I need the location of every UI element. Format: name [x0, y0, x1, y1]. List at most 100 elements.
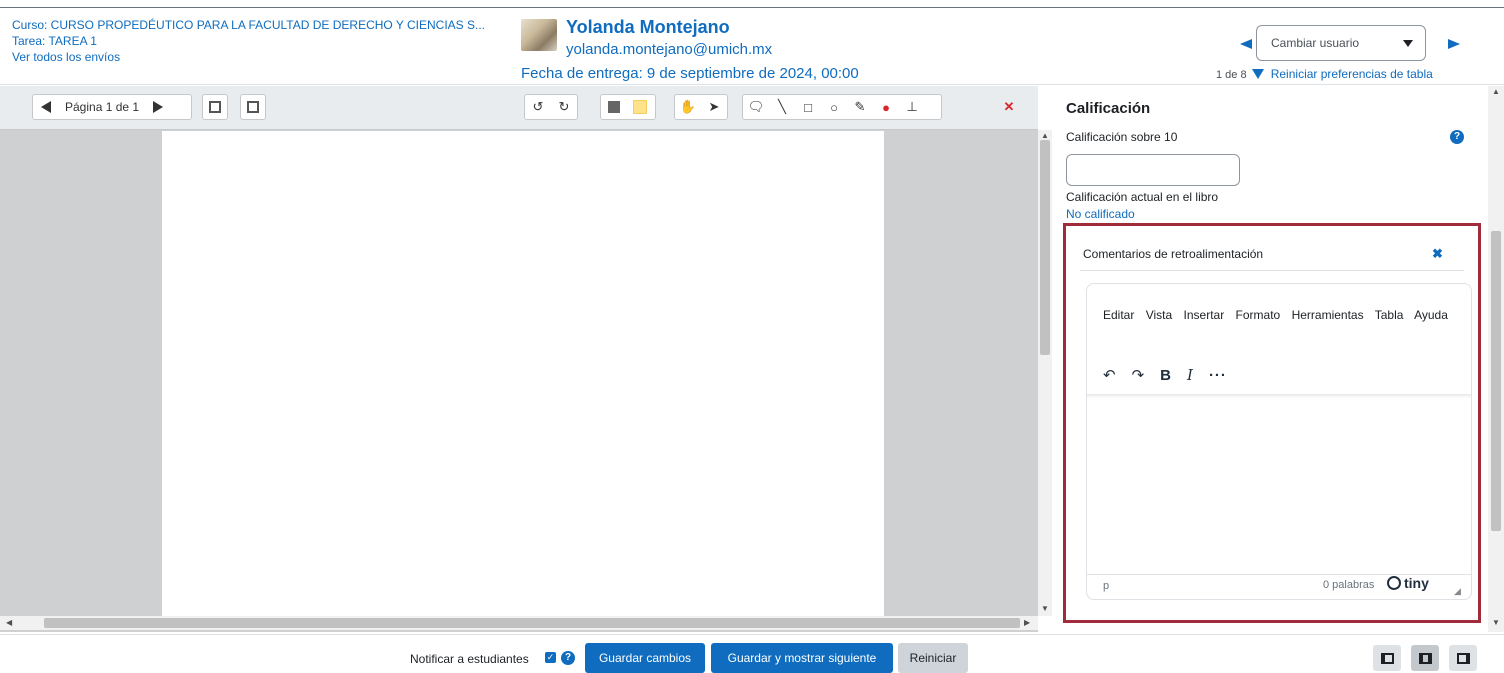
grade-out-of-label: Calificación sobre 10: [1066, 130, 1178, 144]
caret-down-icon: [1403, 40, 1413, 47]
pdf-vertical-scrollbar[interactable]: ▲ ▼: [1038, 130, 1052, 616]
pdf-page[interactable]: [162, 131, 884, 617]
change-user-placeholder: Cambiar usuario: [1271, 36, 1360, 50]
fullscreen-icon[interactable]: ✖: [1432, 246, 1443, 262]
pan-icon[interactable]: ✋: [675, 95, 701, 119]
highlight-color-icon[interactable]: [627, 95, 653, 119]
panel-scroll-thumb[interactable]: [1491, 231, 1501, 531]
resize-handle-icon[interactable]: ◢: [1454, 586, 1461, 597]
expand-icon: [241, 95, 265, 119]
help-icon[interactable]: ?: [1450, 130, 1464, 144]
page-label: Página 1 de 1: [65, 100, 140, 114]
grader-footer: Notificar a estudiantes ✓ ? Guardar camb…: [0, 634, 1504, 673]
menu-editar[interactable]: Editar: [1103, 308, 1134, 322]
layout-collapse-review-icon[interactable]: [1449, 645, 1477, 671]
menu-tabla[interactable]: Tabla: [1375, 308, 1404, 322]
tiny-logo[interactable]: tiny: [1387, 575, 1429, 591]
rotate-right-icon[interactable]: ↻: [551, 95, 577, 119]
notify-students-label: Notificar a estudiantes: [410, 652, 529, 666]
pdf-vertical-scroll-thumb[interactable]: [1040, 140, 1050, 355]
layout-switcher: [1373, 645, 1477, 671]
prev-page-icon[interactable]: [33, 95, 59, 119]
menu-vista[interactable]: Vista: [1146, 308, 1172, 322]
scroll-left-icon[interactable]: ◀: [6, 618, 12, 627]
line-icon[interactable]: ╲: [769, 95, 795, 119]
next-user-icon[interactable]: [1448, 39, 1460, 49]
feedback-title: Comentarios de retroalimentación: [1083, 247, 1264, 261]
pointer-group: ✋ ➤: [674, 94, 728, 120]
word-count[interactable]: 0 palabras: [1323, 579, 1374, 591]
assignment-link[interactable]: Tarea: TAREA 1: [12, 33, 485, 49]
course-info: Curso: CURSO PROPEDÉUTICO PARA LA FACULT…: [12, 17, 485, 65]
gradebook-value[interactable]: No calificado: [1066, 207, 1135, 221]
due-date: Fecha de entrega: 9 de septiembre de 202…: [521, 65, 859, 82]
comment-color-icon[interactable]: [601, 95, 627, 119]
rectangle-icon[interactable]: □: [795, 95, 821, 119]
user-email[interactable]: yolanda.montejano@umich.mx: [566, 41, 772, 58]
menu-herramientas[interactable]: Herramientas: [1292, 308, 1364, 322]
pdf-editor: Página 1 de 1 ↺ ↻ ✋ ➤ 🗨 ╲ □ ○ ✎ ● ⊥ ✕: [0, 86, 1038, 632]
search-comments-icon: [203, 95, 227, 119]
user-name[interactable]: Yolanda Montejano: [566, 17, 730, 38]
panel-scroll-up-icon[interactable]: ▲: [1492, 87, 1500, 96]
feedback-comments-section: Comentarios de retroalimentación ✖ Edita…: [1063, 223, 1481, 623]
reset-table-preferences-link[interactable]: Reiniciar preferencias de tabla: [1271, 67, 1433, 81]
user-navigation: Cambiar usuario 1 de 8 Reiniciar prefere…: [1216, 23, 1460, 83]
layout-default-icon[interactable]: [1411, 645, 1439, 671]
change-user-select[interactable]: Cambiar usuario: [1256, 25, 1426, 61]
panel-scroll-down-icon[interactable]: ▼: [1492, 618, 1500, 627]
highlighter-icon[interactable]: ●: [873, 95, 899, 119]
annotation-tools: 🗨 ╲ □ ○ ✎ ● ⊥: [742, 94, 942, 120]
pen-icon[interactable]: ✎: [847, 95, 873, 119]
pdf-horizontal-scroll-thumb[interactable]: [44, 618, 1020, 628]
scroll-up-icon[interactable]: ▲: [1041, 131, 1049, 140]
page-navigation: Página 1 de 1: [32, 94, 192, 120]
redo-icon[interactable]: ↷: [1132, 366, 1145, 384]
rotate-left-icon[interactable]: ↺: [525, 95, 551, 119]
delete-icon[interactable]: ✕: [996, 95, 1022, 119]
rich-text-editor: Editar Vista Insertar Formato Herramient…: [1086, 283, 1472, 600]
editor-toolbar: ↶ ↷ B I ···: [1103, 364, 1227, 386]
previous-user-icon[interactable]: [1240, 39, 1252, 49]
pdf-toolbar: Página 1 de 1 ↺ ↻ ✋ ➤ 🗨 ╲ □ ○ ✎ ● ⊥ ✕: [0, 86, 1038, 130]
scroll-right-icon[interactable]: ▶: [1024, 618, 1030, 627]
italic-icon[interactable]: I: [1187, 366, 1193, 384]
view-all-submissions-link[interactable]: Ver todos los envíos: [12, 49, 485, 65]
grade-input[interactable]: [1066, 154, 1240, 186]
tiny-brand: tiny: [1404, 575, 1429, 591]
scroll-down-icon[interactable]: ▼: [1041, 604, 1049, 613]
stamp-icon[interactable]: ⊥: [899, 95, 925, 119]
grade-heading: Calificación: [1066, 100, 1151, 117]
user-count-row: 1 de 8 Reiniciar preferencias de tabla: [1216, 67, 1433, 81]
undo-icon[interactable]: ↶: [1103, 366, 1116, 384]
grader-header: Curso: CURSO PROPEDÉUTICO PARA LA FACULT…: [0, 9, 1504, 85]
menu-formato[interactable]: Formato: [1236, 308, 1281, 322]
user-count: 1 de 8: [1216, 69, 1247, 81]
top-border: [0, 0, 1504, 8]
panel-scrollbar[interactable]: ▲ ▼: [1488, 86, 1504, 632]
menu-ayuda[interactable]: Ayuda: [1414, 308, 1448, 322]
search-comments-button[interactable]: [202, 94, 228, 120]
more-options-icon[interactable]: ···: [1209, 367, 1227, 384]
element-path[interactable]: p: [1103, 580, 1109, 592]
tiny-logo-icon: [1387, 576, 1401, 590]
editor-content-area[interactable]: [1087, 398, 1471, 574]
filter-icon[interactable]: [1251, 69, 1264, 79]
expand-comments-button[interactable]: [240, 94, 266, 120]
divider: [1080, 270, 1464, 271]
rotate-group: ↺ ↻: [524, 94, 578, 120]
notify-help-icon[interactable]: ?: [561, 651, 575, 665]
next-page-icon[interactable]: [145, 95, 171, 119]
oval-icon[interactable]: ○: [821, 95, 847, 119]
pdf-horizontal-scrollbar[interactable]: ◀ ▶: [0, 616, 1038, 630]
avatar[interactable]: [521, 19, 557, 51]
editor-menubar: Editar Vista Insertar Formato Herramient…: [1103, 298, 1463, 332]
bold-icon[interactable]: B: [1160, 367, 1171, 384]
course-link[interactable]: Curso: CURSO PROPEDÉUTICO PARA LA FACULT…: [12, 17, 485, 33]
menu-insertar[interactable]: Insertar: [1184, 308, 1225, 322]
comment-icon[interactable]: 🗨: [743, 95, 769, 119]
notify-students-checkbox[interactable]: ✓: [545, 652, 556, 663]
color-group: [600, 94, 656, 120]
select-icon[interactable]: ➤: [701, 95, 727, 119]
layout-collapse-grade-icon[interactable]: [1373, 645, 1401, 671]
